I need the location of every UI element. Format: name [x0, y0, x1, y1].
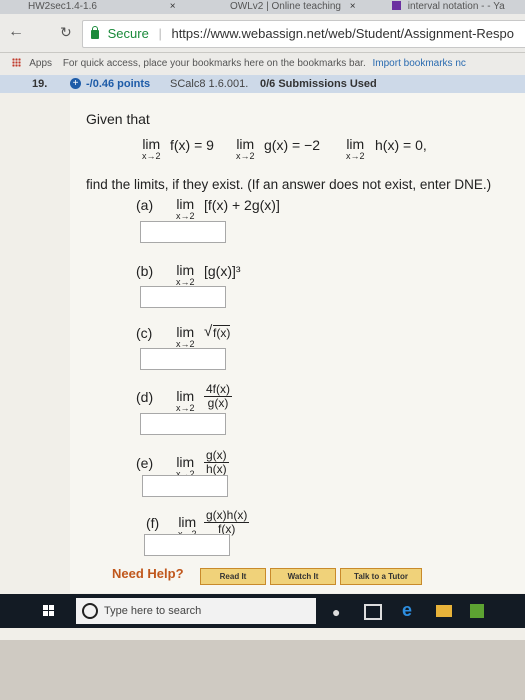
back-arrow-icon[interactable]: ← [8, 23, 24, 41]
answer-input-f[interactable] [144, 534, 230, 556]
instruction-text: find the limits, if they exist. (If an a… [86, 177, 492, 192]
answer-input-c[interactable] [140, 348, 226, 370]
need-help-label: Need Help? [112, 566, 184, 581]
question-header: 19. + -/0.46 points SCalc8 1.6.001. 0/6 … [0, 75, 525, 93]
url-bar[interactable]: Secure | https://www.webassign.net/web/S… [82, 20, 525, 48]
part-c-label: (c) [136, 325, 153, 341]
url-text: https://www.webassign.net/web/Student/As… [171, 26, 514, 41]
bookmarks-message: For quick access, place your bookmarks h… [62, 58, 366, 69]
answer-input-a[interactable] [140, 221, 226, 243]
given-limit-f: lim x→2 [142, 136, 161, 161]
read-it-button[interactable]: Read It [200, 568, 266, 585]
question-content: Given that lim x→2 f(x) = 9 lim x→2 g(x) =… [70, 93, 525, 593]
import-bookmarks-link[interactable]: Import bookmarks nc [373, 58, 466, 69]
cortana-icon [82, 603, 98, 619]
tab-label: OWLv2 | Online teaching [230, 1, 341, 12]
part-d-label: (d) [136, 389, 154, 405]
address-bar: ← ↻ Secure | https://www.webassign.net/w… [0, 14, 525, 53]
given-label: Given that [86, 111, 150, 127]
tab-owlv2[interactable]: OWLv2 | Online teaching × [230, 0, 380, 14]
given-f-value: f(x) = 9 [170, 137, 214, 153]
part-f-label: (f) [146, 515, 160, 531]
sqrt-icon: √ [204, 323, 213, 340]
windows-taskbar: Type here to search ● e [0, 594, 525, 628]
part-a-expression: [f(x) + 2g(x)] [204, 197, 280, 213]
yahoo-favicon-icon [392, 1, 401, 10]
windows-start-icon[interactable] [43, 605, 55, 617]
talk-to-tutor-button[interactable]: Talk to a Tutor [340, 568, 422, 585]
file-explorer-icon[interactable] [436, 605, 452, 617]
part-e-label: (e) [136, 455, 154, 471]
bookmarks-bar: Apps For quick access, place your bookma… [0, 53, 525, 75]
search-placeholder: Type here to search [104, 605, 202, 617]
watch-it-button[interactable]: Watch It [270, 568, 336, 585]
answer-input-d[interactable] [140, 413, 226, 435]
apps-label[interactable]: Apps [29, 58, 52, 69]
answer-input-b[interactable] [140, 286, 226, 308]
expand-plus-icon[interactable]: + [70, 78, 81, 89]
task-view-icon[interactable] [364, 604, 382, 620]
part-c-expression: f(x) [213, 325, 231, 340]
tab-bar: HW2sec1.4-1.6 × OWLv2 | Online teaching … [0, 0, 525, 14]
question-points: -/0.46 points [86, 78, 151, 90]
part-b-expression: [g(x)]³ [204, 263, 241, 279]
submissions-used: 0/6 Submissions Used [260, 78, 377, 90]
tab-label: interval notation - - Ya [407, 1, 505, 12]
part-f-fraction: g(x)h(x) f(x) [204, 508, 250, 536]
tab-interval-notation[interactable]: interval notation - - Ya [392, 0, 525, 14]
part-a-lim: lim x→2 [176, 196, 195, 221]
url-separator: | [158, 26, 162, 41]
question-source: SCalc8 1.6.001. [170, 78, 249, 90]
tab-label: HW2sec1.4-1.6 [28, 1, 97, 12]
answer-input-e[interactable] [142, 475, 228, 497]
microphone-icon[interactable]: ● [332, 604, 340, 620]
edge-icon[interactable]: e [402, 600, 412, 621]
part-d-lim: lim x→2 [176, 388, 195, 413]
given-limit-g: lim x→2 [236, 136, 255, 161]
taskbar-search[interactable]: Type here to search [76, 598, 316, 624]
given-g-value: g(x) = −2 [264, 137, 321, 153]
tab-hw2sec[interactable]: HW2sec1.4-1.6 × [28, 0, 198, 14]
part-e-fraction: g(x) h(x) [204, 448, 229, 476]
apps-grid-icon[interactable] [12, 58, 21, 67]
tab-close-icon[interactable]: × [350, 1, 356, 12]
part-a-label: (a) [136, 197, 154, 213]
secure-label: Secure [107, 26, 149, 41]
browser-window: HW2sec1.4-1.6 × OWLv2 | Online teaching … [0, 0, 525, 640]
part-c-lim: lim x→2 [176, 324, 195, 349]
given-h-value: h(x) = 0, [375, 137, 427, 153]
question-number: 19. [32, 78, 48, 90]
given-limit-h: lim x→2 [346, 136, 365, 161]
part-b-label: (b) [136, 263, 154, 279]
store-icon[interactable] [470, 604, 484, 618]
reload-icon[interactable]: ↻ [60, 24, 72, 41]
part-d-fraction: 4f(x) g(x) [204, 382, 232, 410]
lock-icon [91, 26, 99, 39]
part-b-lim: lim x→2 [176, 262, 195, 287]
tab-close-icon[interactable]: × [170, 1, 176, 12]
